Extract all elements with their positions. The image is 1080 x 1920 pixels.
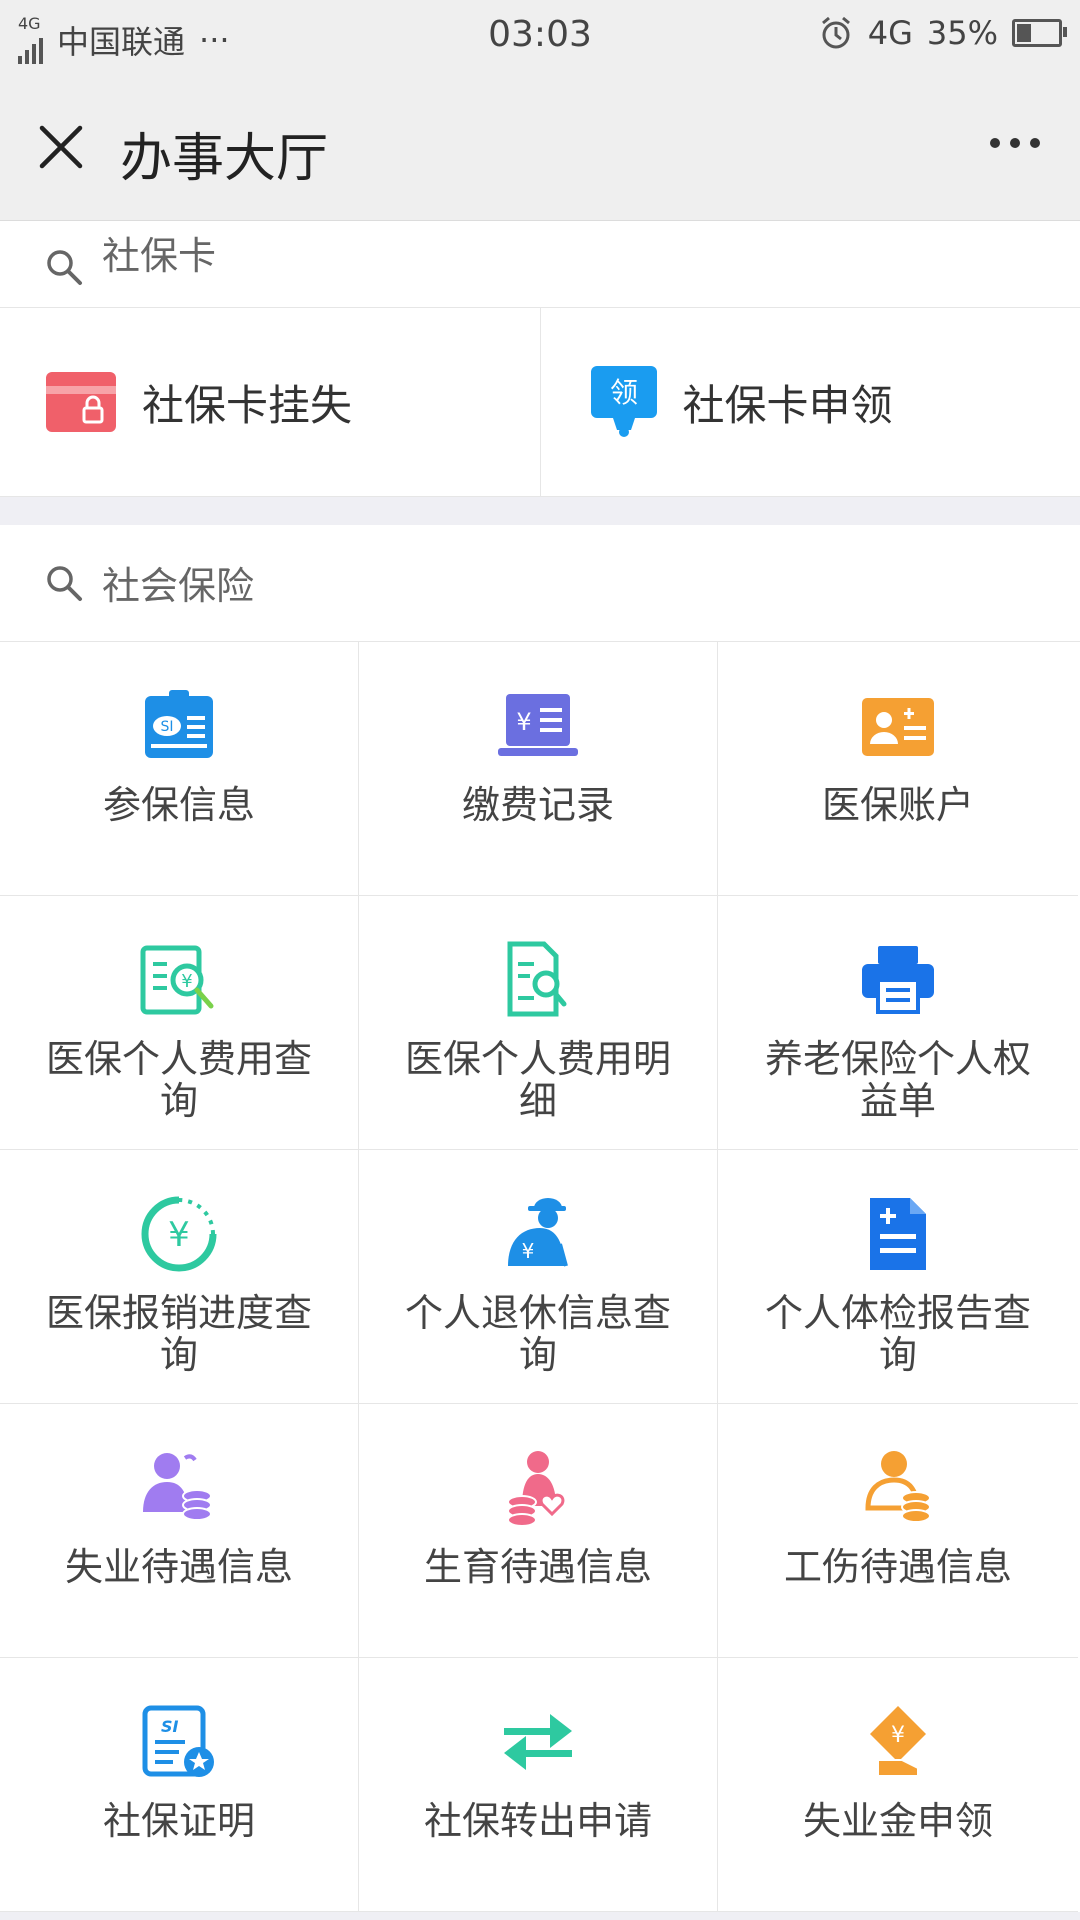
section-title: 社保卡 bbox=[102, 234, 217, 278]
service-retirement-info[interactable]: ¥ 个人退休信息查询 bbox=[359, 1150, 718, 1404]
service-label: 生育待遇信息 bbox=[423, 1545, 652, 1589]
service-si-certificate[interactable]: SI 社保证明 bbox=[0, 1658, 359, 1912]
service-fee-query[interactable]: ¥ 医保个人费用查询 bbox=[0, 896, 359, 1150]
network-type: 4G bbox=[867, 14, 913, 52]
service-label: 养老保险个人权益单 bbox=[764, 1037, 1031, 1123]
service-label: 缴费记录 bbox=[461, 783, 614, 827]
svg-text:SI: SI bbox=[161, 1717, 179, 1736]
card-label: 社保卡挂失 bbox=[142, 381, 353, 430]
service-injury-benefit[interactable]: 工伤待遇信息 bbox=[718, 1404, 1078, 1658]
section-title: 社会保险 bbox=[102, 564, 255, 608]
search-icon bbox=[47, 250, 82, 285]
service-label: 医保账户 bbox=[821, 783, 974, 827]
injury-icon bbox=[865, 1451, 931, 1523]
svg-text:¥: ¥ bbox=[168, 1215, 190, 1255]
laptop-yuan-icon: ¥ bbox=[498, 694, 578, 756]
battery-icon bbox=[1012, 19, 1067, 47]
service-label: 失业待遇信息 bbox=[64, 1545, 293, 1589]
doc-search-icon bbox=[507, 941, 567, 1017]
nav-bar: 办事大厅 bbox=[0, 78, 1080, 221]
account-card-icon bbox=[862, 698, 934, 756]
card-label: 社保卡申领 bbox=[682, 381, 893, 430]
svg-text:¥: ¥ bbox=[522, 1239, 535, 1263]
card-apply-button[interactable]: 领 社保卡申领 bbox=[539, 308, 1080, 496]
social-card-section: 社保卡 社保卡挂失 领 社保卡申领 bbox=[0, 221, 1080, 497]
service-label: 社保转出申请 bbox=[423, 1799, 652, 1843]
section-gap bbox=[0, 497, 1080, 525]
benefit-claim-icon: ¥ bbox=[870, 1706, 926, 1777]
svg-text:¥: ¥ bbox=[891, 1723, 905, 1748]
medical-report-icon bbox=[870, 1198, 926, 1270]
service-unemployment-claim[interactable]: ¥ 失业金申领 bbox=[718, 1658, 1078, 1912]
printer-icon bbox=[862, 946, 934, 1014]
person-coins-icon bbox=[143, 1453, 212, 1521]
badge-text: 领 bbox=[609, 376, 637, 409]
service-label: 医保报销进度查询 bbox=[45, 1291, 312, 1377]
more-icon[interactable] bbox=[990, 138, 1040, 148]
section-header-social-insurance[interactable]: 社会保险 bbox=[0, 525, 1080, 642]
card-report-loss-button[interactable]: 社保卡挂失 bbox=[0, 308, 540, 496]
service-label: 医保个人费用明细 bbox=[404, 1037, 671, 1123]
service-grid: SI 参保信息 ¥ 缴费记录 医保账户 ¥ 医保个人费用查询 医保个人费用明细 … bbox=[0, 642, 1080, 1912]
search-icon bbox=[47, 566, 82, 601]
si-certificate-icon: SI bbox=[142, 1705, 214, 1777]
close-icon[interactable] bbox=[36, 122, 86, 172]
alarm-icon bbox=[821, 16, 850, 49]
service-si-transfer[interactable]: 社保转出申请 bbox=[359, 1658, 718, 1912]
service-unemployment-benefit[interactable]: 失业待遇信息 bbox=[0, 1404, 359, 1658]
battery-fill bbox=[1017, 24, 1031, 42]
status-bar: 4G 中国联通 ··· 03:03 4G 35% bbox=[0, 0, 1080, 78]
transfer-arrows-icon bbox=[504, 1714, 572, 1770]
service-label: 失业金申领 bbox=[802, 1799, 993, 1843]
service-label: 参保信息 bbox=[102, 783, 255, 827]
section-header-social-card[interactable]: 社保卡 bbox=[0, 221, 1080, 308]
svg-text:¥: ¥ bbox=[516, 708, 531, 736]
svg-text:¥: ¥ bbox=[181, 971, 192, 992]
page-title: 办事大厅 bbox=[120, 129, 329, 189]
apply-badge-icon: 领 bbox=[590, 366, 657, 437]
social-insurance-section: 社会保险 SI 参保信息 ¥ 缴费记录 医保账户 ¥ 医保个人费用查询 医保个人… bbox=[0, 525, 1080, 1912]
maternity-icon bbox=[507, 1451, 565, 1527]
svg-text:SI: SI bbox=[160, 719, 173, 735]
service-fee-details[interactable]: 医保个人费用明细 bbox=[359, 896, 718, 1150]
service-label: 工伤待遇信息 bbox=[783, 1545, 1012, 1589]
service-label: 社保证明 bbox=[102, 1799, 255, 1843]
card-lock-icon bbox=[46, 372, 116, 432]
service-label: 个人退休信息查询 bbox=[404, 1291, 671, 1377]
service-reimbursement-progress[interactable]: ¥ 医保报销进度查询 bbox=[0, 1150, 359, 1404]
service-label: 个人体检报告查询 bbox=[764, 1291, 1031, 1377]
service-checkup-report[interactable]: 个人体检报告查询 bbox=[718, 1150, 1078, 1404]
service-maternity-benefit[interactable]: 生育待遇信息 bbox=[359, 1404, 718, 1658]
battery-percent: 35% bbox=[926, 14, 998, 52]
yuan-progress-icon: ¥ bbox=[141, 1196, 217, 1272]
retiree-icon: ¥ bbox=[508, 1198, 568, 1267]
service-label: 医保个人费用查询 bbox=[45, 1037, 312, 1123]
fee-search-icon: ¥ bbox=[140, 945, 214, 1015]
service-pension-statement[interactable]: 养老保险个人权益单 bbox=[718, 896, 1078, 1150]
service-insurance-info[interactable]: SI 参保信息 bbox=[0, 642, 359, 896]
id-card-icon: SI bbox=[145, 690, 213, 758]
service-medical-account[interactable]: 医保账户 bbox=[718, 642, 1078, 896]
service-payment-records[interactable]: ¥ 缴费记录 bbox=[359, 642, 718, 896]
